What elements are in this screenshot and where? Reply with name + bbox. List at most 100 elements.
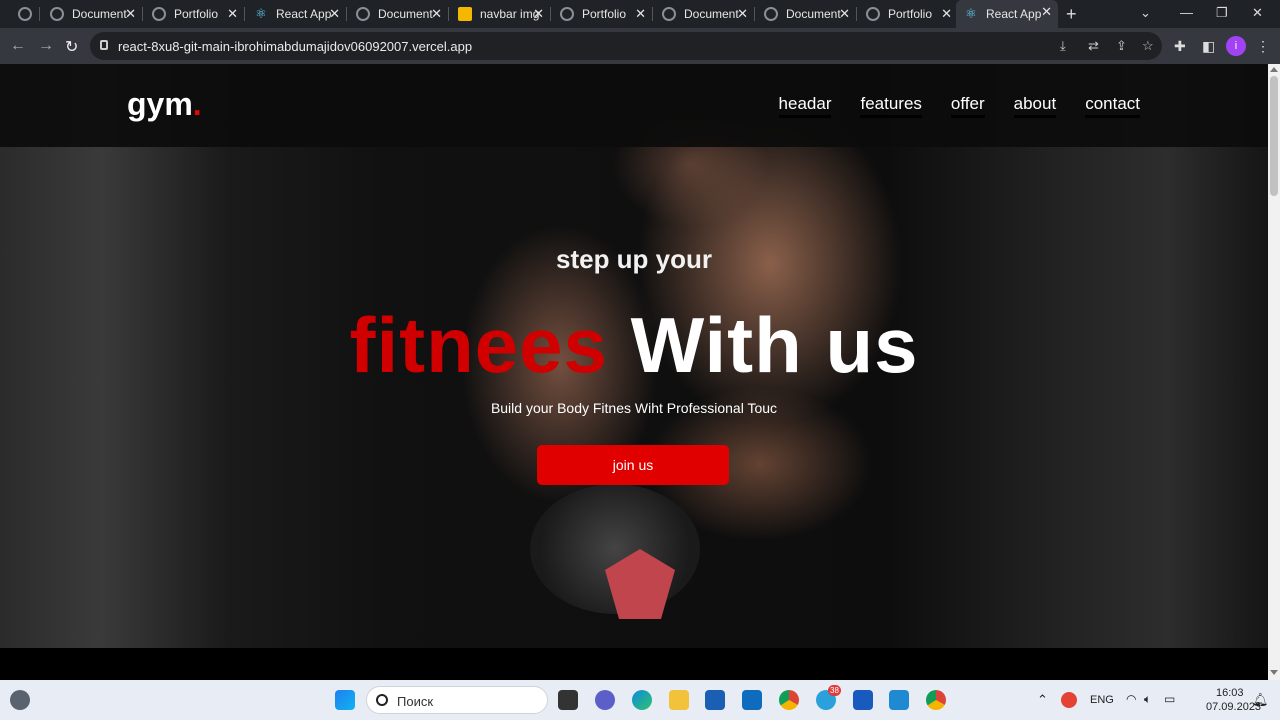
logo-dot: . <box>192 86 202 122</box>
tab-search-icon[interactable]: ⌄ <box>1140 5 1151 21</box>
globe-icon <box>18 7 32 21</box>
page-bottom-band <box>0 648 1268 680</box>
nav-link-headar[interactable]: headar <box>778 94 832 118</box>
nav-link-contact[interactable]: contact <box>1085 94 1140 118</box>
chevron-up-icon[interactable]: ⌃ <box>1037 692 1048 708</box>
reload-button[interactable]: ↻ <box>65 37 78 57</box>
main-nav: headar features offer about contact <box>778 94 1140 118</box>
react-icon: ⚛ <box>965 6 977 21</box>
extensions-icon[interactable]: ✚ <box>1174 38 1186 55</box>
close-icon[interactable]: ✕ <box>533 6 544 22</box>
close-icon[interactable]: ✕ <box>431 6 442 22</box>
battery-icon[interactable]: ▭ <box>1164 692 1175 706</box>
install-icon[interactable]: ⤓ <box>1060 38 1066 54</box>
start-icon[interactable] <box>335 690 355 710</box>
url-field[interactable]: react-8xu8-git-main-ibrohimabdumajidov06… <box>90 32 1162 60</box>
tray-app-icon[interactable] <box>1061 692 1077 708</box>
mail-icon[interactable] <box>742 690 762 710</box>
tab-title: React App <box>986 7 1042 21</box>
hero-title-red: fitnees <box>349 301 608 389</box>
close-icon[interactable]: ✕ <box>125 6 136 22</box>
tab-6[interactable]: Portfolio ✕ <box>552 2 652 26</box>
notification-icon[interactable]: 🔔︎ <box>1252 692 1269 708</box>
globe-icon <box>764 7 778 21</box>
new-tab-button[interactable]: + <box>1066 4 1077 25</box>
forward-button[interactable]: → <box>38 37 54 55</box>
page-scrollbar[interactable] <box>1268 64 1280 680</box>
close-icon[interactable]: ✕ <box>227 6 238 22</box>
tab-0[interactable] <box>10 2 38 26</box>
widgets-icon[interactable] <box>10 690 30 710</box>
image-icon <box>458 7 472 21</box>
edge-icon[interactable] <box>632 690 652 710</box>
tab-5[interactable]: navbar img ✕ <box>450 2 550 26</box>
translate-icon[interactable]: ⇄ <box>1088 38 1099 54</box>
vscode-icon[interactable] <box>889 690 909 710</box>
nav-link-offer[interactable]: offer <box>950 94 985 118</box>
nav-link-features[interactable]: features <box>860 94 922 118</box>
tab-9[interactable]: Portfolio ✕ <box>858 2 958 26</box>
site-header: gym. headar features offer about contact <box>0 64 1268 147</box>
nav-link-about[interactable]: about <box>1013 94 1057 118</box>
scroll-thumb[interactable] <box>1270 76 1278 196</box>
menu-icon[interactable]: ⋮ <box>1256 38 1270 55</box>
task-view-icon[interactable] <box>558 690 578 710</box>
tab-3[interactable]: ⚛ React App ✕ <box>246 2 346 26</box>
search-icon <box>376 694 388 706</box>
back-button[interactable]: ← <box>10 37 26 55</box>
scroll-down-arrow[interactable] <box>1270 670 1278 675</box>
store-icon[interactable] <box>705 690 725 710</box>
bookmark-star-icon[interactable]: ☆ <box>1142 38 1154 54</box>
chrome-profile-icon[interactable] <box>926 690 946 710</box>
scroll-up-arrow[interactable] <box>1270 67 1278 72</box>
share-icon[interactable]: ⇪ <box>1116 38 1127 54</box>
close-icon[interactable]: ✕ <box>329 6 340 22</box>
tab-bar: Document ✕ Portfolio ✕ ⚛ React App ✕ Doc… <box>0 0 1280 28</box>
site-logo[interactable]: gym. <box>127 86 202 123</box>
maximize-button[interactable]: ❐ <box>1216 5 1228 21</box>
telegram-badge: 38 <box>828 685 841 696</box>
hero-title-white: With us <box>630 301 919 389</box>
wifi-icon[interactable]: ◠ <box>1126 692 1136 706</box>
logo-text: gym <box>127 86 193 122</box>
tab-4[interactable]: Document ✕ <box>348 2 448 26</box>
chat-icon[interactable] <box>595 690 615 710</box>
file-explorer-icon[interactable] <box>669 690 689 710</box>
web-page: gym. headar features offer about contact… <box>0 64 1268 680</box>
tab-2[interactable]: Portfolio ✕ <box>144 2 244 26</box>
close-icon[interactable]: ✕ <box>737 6 748 22</box>
tab-1[interactable]: Document ✕ <box>42 2 142 26</box>
hero-subtitle: step up your <box>555 244 712 274</box>
clock-time[interactable]: 16:03 <box>1216 687 1244 699</box>
minimize-button[interactable]: — <box>1180 5 1193 20</box>
lock-icon[interactable] <box>100 40 108 50</box>
chrome-icon[interactable] <box>779 690 799 710</box>
globe-icon <box>356 7 370 21</box>
tab-active[interactable]: ⚛ React App ✕ <box>956 0 1058 28</box>
hero-description: Build your Body Fitnes Wiht Professional… <box>490 400 778 416</box>
windows-taskbar: Поиск 38 ⌃ ENG ◠ 🔈︎ ▭ 16:03 07.09.2023 🔔… <box>0 680 1280 720</box>
join-us-button[interactable]: join us <box>537 445 729 485</box>
globe-icon <box>560 7 574 21</box>
search-placeholder: Поиск <box>397 694 434 709</box>
profile-avatar[interactable]: i <box>1226 36 1246 56</box>
word-icon[interactable] <box>853 690 873 710</box>
taskbar-search[interactable]: Поиск <box>366 686 548 714</box>
close-icon[interactable]: ✕ <box>1041 4 1052 20</box>
tab-7[interactable]: Document ✕ <box>654 2 754 26</box>
close-icon[interactable]: ✕ <box>941 6 952 22</box>
globe-icon <box>866 7 880 21</box>
react-icon: ⚛ <box>255 6 267 21</box>
close-window-button[interactable]: ✕ <box>1252 5 1263 21</box>
side-panel-icon[interactable]: ◧ <box>1202 38 1215 55</box>
globe-icon <box>152 7 166 21</box>
language-indicator[interactable]: ENG <box>1090 694 1114 706</box>
close-icon[interactable]: ✕ <box>839 6 850 22</box>
url-text[interactable]: react-8xu8-git-main-ibrohimabdumajidov06… <box>118 39 472 54</box>
volume-icon[interactable]: 🔈︎ <box>1144 692 1151 707</box>
address-bar: ← → ↻ react-8xu8-git-main-ibrohimabdumaj… <box>0 28 1280 64</box>
tab-8[interactable]: Document ✕ <box>756 2 856 26</box>
hero-title: fitnees With us <box>0 300 1268 391</box>
close-icon[interactable]: ✕ <box>635 6 646 22</box>
globe-icon <box>662 7 676 21</box>
